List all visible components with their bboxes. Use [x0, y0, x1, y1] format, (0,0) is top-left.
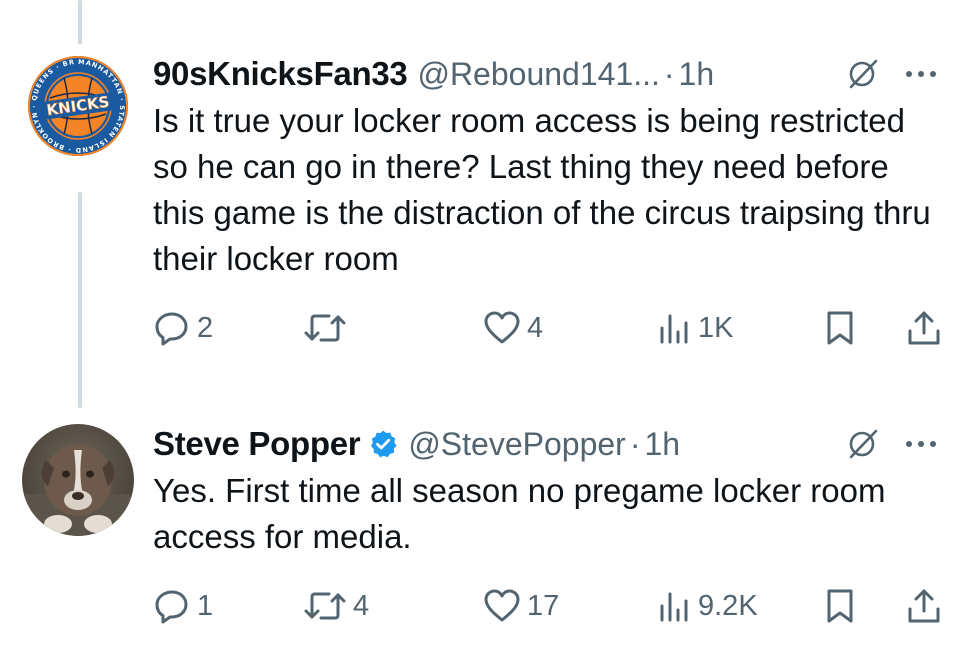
like-button[interactable]: 17 [483, 584, 559, 628]
like-count: 17 [527, 589, 560, 622]
bookmark-button[interactable] [823, 306, 857, 350]
heart-icon [483, 588, 521, 624]
heart-icon [483, 310, 521, 346]
grok-icon[interactable] [845, 426, 881, 462]
views-count: 1K [698, 311, 734, 344]
separator-dot: · [629, 425, 641, 462]
bookmark-button[interactable] [823, 584, 857, 628]
reply-button[interactable]: 1 [153, 584, 213, 628]
reply-icon [153, 587, 191, 625]
display-name[interactable]: 90sKnicksFan33 [153, 55, 408, 93]
reply-icon [153, 309, 191, 347]
more-icon[interactable] [903, 438, 939, 450]
action-bar: 2 4 1K [153, 306, 943, 350]
grok-icon[interactable] [845, 56, 881, 92]
retweet-icon [303, 587, 347, 625]
bookmark-icon [823, 587, 857, 625]
views-button[interactable]: 9.2K [656, 584, 758, 628]
retweet-button[interactable] [303, 306, 353, 350]
views-chart-icon [656, 310, 692, 346]
handle[interactable]: @StevePopper [408, 426, 626, 463]
like-count: 4 [527, 311, 544, 344]
share-icon [905, 309, 943, 347]
bookmark-icon [823, 309, 857, 347]
reply-count: 1 [197, 589, 214, 622]
share-button[interactable] [905, 584, 943, 628]
thread-line-top [78, 0, 82, 44]
share-icon [905, 587, 943, 625]
action-bar: 1 4 17 9.2K [153, 584, 943, 628]
reply-button[interactable]: 2 [153, 306, 213, 350]
more-icon[interactable] [903, 68, 939, 80]
dog-photo-avatar[interactable] [22, 424, 134, 536]
verified-badge-icon[interactable] [368, 429, 398, 459]
display-name[interactable]: Steve Popper [153, 425, 361, 463]
retweet-count: 4 [353, 589, 370, 622]
views-button[interactable]: 1K [656, 306, 733, 350]
views-chart-icon [656, 588, 692, 624]
tweet-header: 90sKnicksFan33 @Rebound141... · 1h [153, 52, 943, 96]
tweet-text: Yes. First time all season no pregame lo… [153, 472, 886, 555]
views-count: 9.2K [698, 589, 758, 622]
knicks-logo-avatar[interactable]: MANHATTAN · STATEN ISLAND · BROOKLYN · Q… [22, 50, 134, 162]
handle[interactable]: @Rebound141... [417, 56, 659, 93]
thread-line-connector [78, 192, 82, 408]
separator-dot: · [663, 55, 675, 92]
retweet-button[interactable]: 4 [303, 584, 369, 628]
like-button[interactable]: 4 [483, 306, 543, 350]
share-button[interactable] [905, 306, 943, 350]
timestamp[interactable]: 1h [679, 56, 715, 93]
tweet-text: Is it true your locker room access is be… [153, 102, 931, 277]
timestamp[interactable]: 1h [644, 426, 680, 463]
tweet-header: Steve Popper @StevePopper · 1h [153, 422, 943, 466]
retweet-icon [303, 309, 347, 347]
reply-count: 2 [197, 311, 214, 344]
